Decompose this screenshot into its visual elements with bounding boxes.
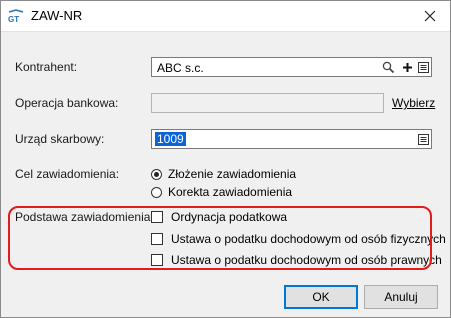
urzad-label: Urząd skarbowy: [15,132,105,146]
check-prawne[interactable]: Ustawa o podatku dochodowym od osób praw… [151,252,442,268]
radio-zlozenie[interactable]: Złożenie zawiadomienia [151,166,296,182]
title-bar: GT ZAW-NR [1,1,450,31]
urzad-value: 1009 [155,132,186,146]
list-icon[interactable] [417,61,430,74]
svg-text:GT: GT [8,15,19,23]
wybierz-link[interactable]: Wybierz [392,96,435,110]
kontrahent-label: Kontrahent: [15,60,78,74]
cancel-button[interactable]: Anuluj [364,285,438,309]
radio-button-checked[interactable] [151,168,162,180]
urzad-field[interactable]: 1009 [151,129,432,149]
dialog-window: GT ZAW-NR Kontrahent: ABC s.c. Operacja … [0,0,451,318]
kontrahent-value: ABC s.c. [157,61,204,75]
search-icon[interactable] [382,61,395,74]
checkbox[interactable] [151,233,163,245]
checkbox-label: Ustawa o podatku dochodowym od osób fizy… [171,232,446,246]
kontrahent-field[interactable]: ABC s.c. [151,57,432,77]
radio-button[interactable] [151,186,162,198]
podstawa-label: Podstawa zawiadomienia: [15,210,154,224]
plus-icon[interactable] [401,61,414,74]
list-icon[interactable] [417,133,430,146]
close-icon [424,10,436,22]
checkbox-label: Ustawa o podatku dochodowym od osób praw… [171,253,442,267]
checkbox[interactable] [151,254,163,266]
radio-label: Złożenie zawiadomienia [168,167,297,181]
radio-label: Korekta zawiadomienia [168,185,293,199]
operacja-label: Operacja bankowa: [15,96,119,110]
window-title: ZAW-NR [31,8,83,23]
checkbox-label: Ordynacja podatkowa [171,210,288,224]
check-fizyczne[interactable]: Ustawa o podatku dochodowym od osób fizy… [151,231,446,247]
radio-korekta[interactable]: Korekta zawiadomienia [151,184,292,200]
check-ordynacja[interactable]: Ordynacja podatkowa [151,209,287,225]
close-button[interactable] [410,1,450,31]
dialog-content: Kontrahent: ABC s.c. Operacja bankowa: W… [1,31,450,317]
ok-button[interactable]: OK [284,285,358,309]
cel-label: Cel zawiadomienia: [15,167,120,181]
app-logo-icon: GT [7,9,25,24]
operacja-field [151,93,384,113]
checkbox[interactable] [151,211,163,223]
